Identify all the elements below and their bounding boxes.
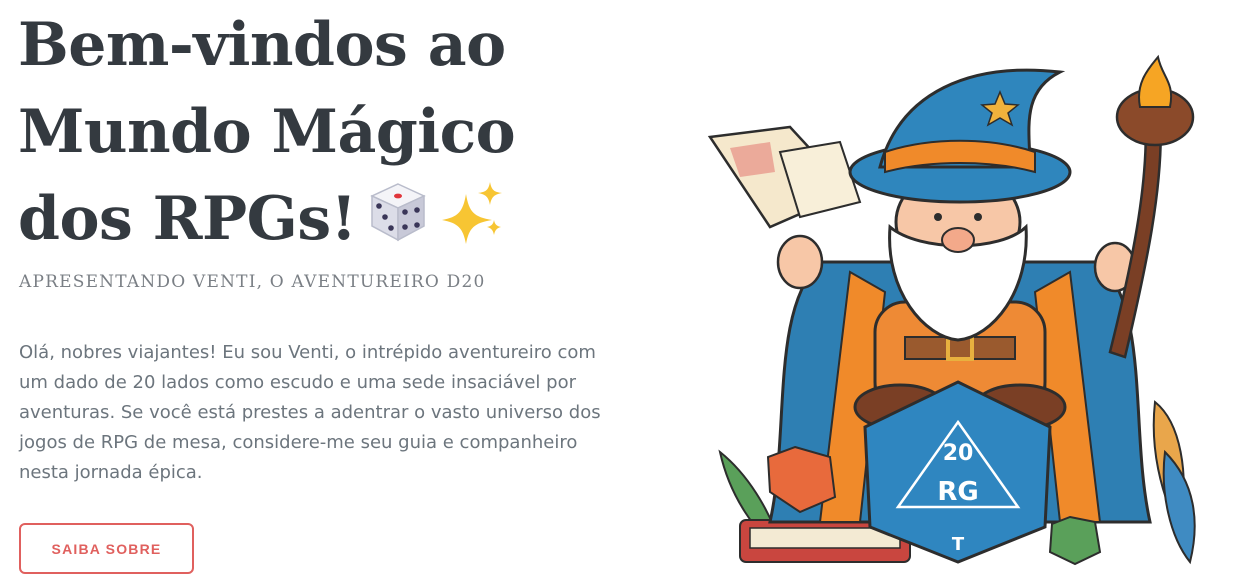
hero-title-line-2: Mundo Mágico bbox=[18, 97, 516, 167]
intro-line: aventuras. Se você está prestes a adentr… bbox=[19, 402, 601, 423]
intro-line: um dado de 20 lados como escudo e uma se… bbox=[19, 372, 576, 393]
dice-icon bbox=[366, 180, 430, 268]
hero-title: Bem-vindos ao Mundo Mágico dos RPGs! bbox=[18, 2, 516, 268]
d20-bottom-label: T bbox=[952, 534, 965, 555]
hero-title-line-3-text: dos RPGs! bbox=[18, 184, 357, 254]
intro-line: nesta jornada épica. bbox=[19, 462, 203, 483]
intro-line: jogos de RPG de mesa, considere-me seu g… bbox=[19, 432, 578, 453]
d20-number: 20 bbox=[943, 441, 974, 466]
intro-line: Olá, nobres viajantes! Eu sou Venti, o i… bbox=[19, 342, 596, 363]
hero-title-line-1: Bem-vindos ao bbox=[18, 10, 506, 80]
d20-label: RG bbox=[937, 477, 978, 507]
wizard-illustration: 20 RG T bbox=[700, 52, 1210, 572]
hero-title-line-3: dos RPGs! bbox=[18, 176, 515, 268]
hero-intro-paragraph: Olá, nobres viajantes! Eu sou Venti, o i… bbox=[19, 338, 601, 488]
hero-subtitle: APRESENTANDO VENTI, O AVENTUREIRO D20 bbox=[19, 272, 486, 292]
sparkles-icon bbox=[440, 180, 506, 268]
saiba-sobre-button[interactable]: SAIBA SOBRE bbox=[19, 523, 194, 574]
